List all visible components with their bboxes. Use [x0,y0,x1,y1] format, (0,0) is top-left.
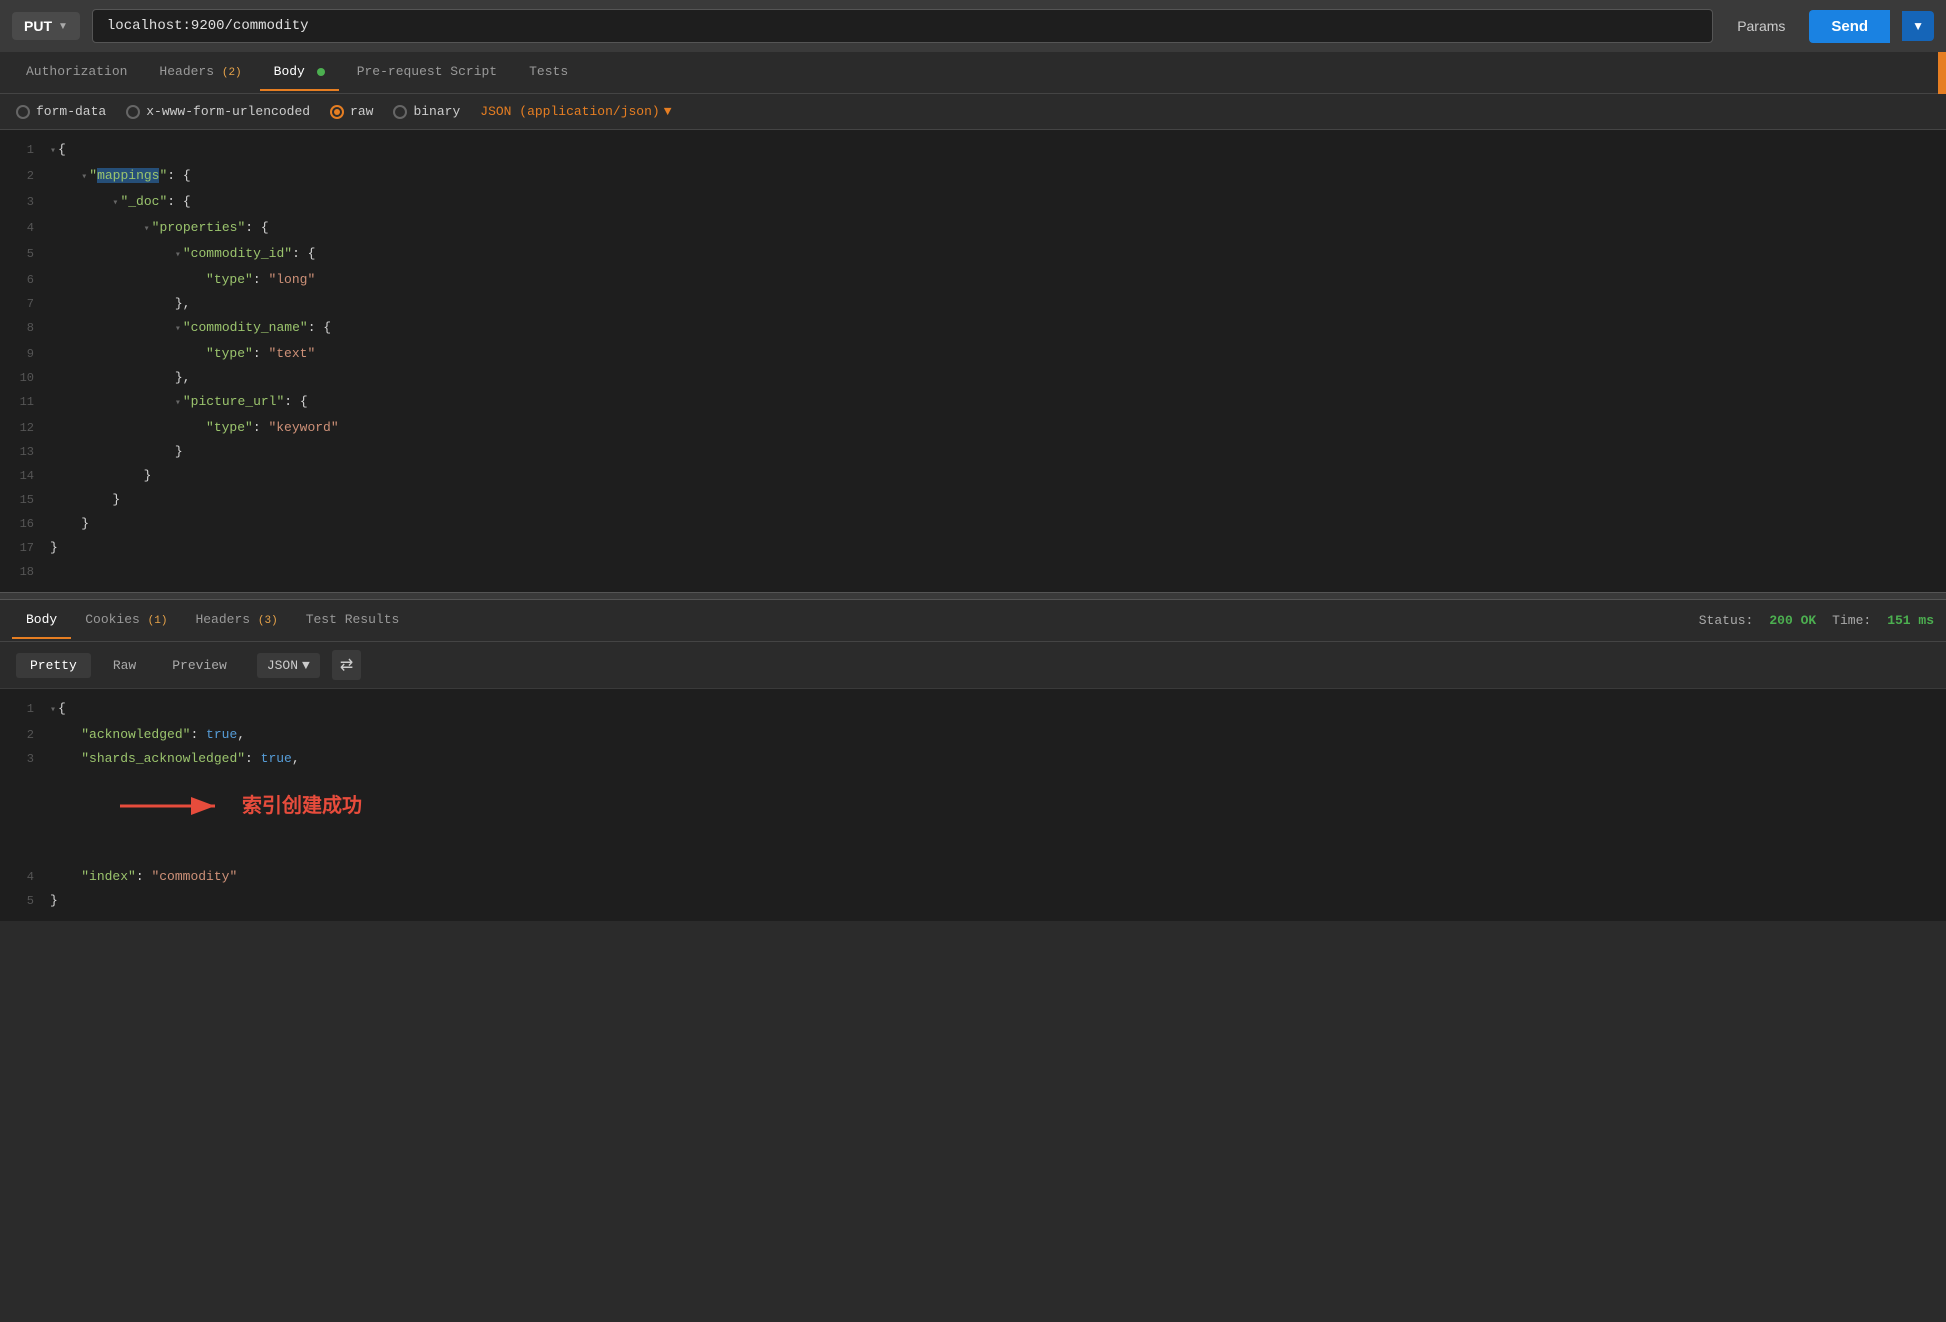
req-line-16: 16 } [0,512,1946,536]
method-dropdown[interactable]: PUT ▼ [12,12,80,40]
json-dropdown-chevron-icon: ▼ [302,658,310,673]
tab-body[interactable]: Body [260,54,339,91]
resp-line-2: 2 "acknowledged": true, [0,723,1946,747]
method-label: PUT [24,18,52,34]
req-line-14: 14 } [0,464,1946,488]
resp-line-5: 5 } [0,889,1946,913]
resp-line-1: 1 ▾{ [0,697,1946,723]
preview-button[interactable]: Preview [158,653,241,678]
response-tabs-bar: Body Cookies (1) Headers (3) Test Result… [0,600,1946,642]
panel-divider [0,592,1946,600]
status-value: 200 OK [1769,613,1816,628]
resp-line-3: 3 "shards_acknowledged": true, 索引创建成功 [0,747,1946,865]
req-line-10: 10 }, [0,366,1946,390]
resp-tab-headers[interactable]: Headers (3) [181,602,291,639]
req-line-6: 6 "type": "long" [0,268,1946,292]
send-dropdown-button[interactable]: ▼ [1902,11,1934,41]
request-tabs-bar: Authorization Headers (2) Body Pre-reque… [0,52,1946,94]
resp-tab-test-results[interactable]: Test Results [292,602,414,639]
req-line-9: 9 "type": "text" [0,342,1946,366]
binary-option[interactable]: binary [393,104,460,119]
response-status: Status: 200 OK Time: 151 ms [1699,613,1934,628]
pretty-button[interactable]: Pretty [16,653,91,678]
req-line-11: 11 ▾"picture_url": { [0,390,1946,416]
resp-tab-body[interactable]: Body [12,602,71,639]
resp-headers-badge: (3) [258,615,278,627]
json-type-dropdown[interactable]: JSON (application/json) ▼ [480,104,671,119]
resp-tab-cookies[interactable]: Cookies (1) [71,602,181,639]
response-json-dropdown[interactable]: JSON ▼ [257,653,320,678]
arrow-icon [110,792,230,820]
request-body-editor[interactable]: 1 ▾{ 2 ▾"mappings": { 3 ▾"_doc": { 4 ▾"p… [0,130,1946,592]
method-chevron-icon: ▼ [58,21,68,32]
raw-option[interactable]: raw [330,104,373,119]
body-options-bar: form-data x-www-form-urlencoded raw bina… [0,94,1946,130]
req-line-5: 5 ▾"commodity_id": { [0,242,1946,268]
time-label: Time: [1832,613,1871,628]
req-line-13: 13 } [0,440,1946,464]
orange-accent-bar [1938,52,1946,94]
tab-authorization[interactable]: Authorization [12,54,141,91]
req-line-4: 4 ▾"properties": { [0,216,1946,242]
req-line-17: 17 } [0,536,1946,560]
raw-button[interactable]: Raw [99,653,150,678]
req-line-15: 15 } [0,488,1946,512]
json-type-chevron-icon: ▼ [664,104,672,119]
headers-badge: (2) [222,67,242,79]
req-line-2: 2 ▾"mappings": { [0,164,1946,190]
req-line-7: 7 }, [0,292,1946,316]
time-value: 151 ms [1887,613,1934,628]
urlencoded-option[interactable]: x-www-form-urlencoded [126,104,310,119]
response-body-editor: 1 ▾{ 2 "acknowledged": true, 3 "shards_a… [0,689,1946,921]
response-options-bar: Pretty Raw Preview JSON ▼ ⇄ [0,642,1946,689]
raw-radio[interactable] [330,105,344,119]
params-button[interactable]: Params [1725,12,1797,40]
form-data-option[interactable]: form-data [16,104,106,119]
annotation-text: 索引创建成功 [242,795,362,817]
binary-radio[interactable] [393,105,407,119]
body-dot [317,68,325,76]
req-line-8: 8 ▾"commodity_name": { [0,316,1946,342]
req-line-18: 18 [0,560,1946,584]
request-tabs-wrapper: Authorization Headers (2) Body Pre-reque… [0,52,1946,94]
req-line-3: 3 ▾"_doc": { [0,190,1946,216]
wrap-button[interactable]: ⇄ [332,650,361,680]
tab-headers[interactable]: Headers (2) [145,54,255,91]
resp-cookies-badge: (1) [148,615,168,627]
tab-tests[interactable]: Tests [515,54,582,91]
urlencoded-radio[interactable] [126,105,140,119]
req-line-12: 12 "type": "keyword" [0,416,1946,440]
arrow-annotation: 索引创建成功 [110,792,362,820]
top-bar: PUT ▼ Params Send ▼ [0,0,1946,52]
status-label: Status: [1699,613,1754,628]
send-button[interactable]: Send [1809,10,1890,43]
req-line-1: 1 ▾{ [0,138,1946,164]
resp-line-4: 4 "index": "commodity" [0,865,1946,889]
tab-prerequest[interactable]: Pre-request Script [343,54,511,91]
url-input[interactable] [92,9,1713,43]
form-data-radio[interactable] [16,105,30,119]
